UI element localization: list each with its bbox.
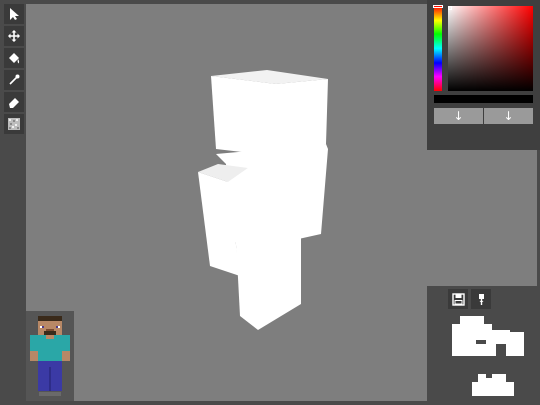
current-color-swatch	[434, 95, 533, 103]
part-head-top	[460, 316, 484, 324]
parts-view[interactable]	[446, 310, 540, 405]
eyedropper-icon	[9, 74, 20, 85]
body-parts-diagram[interactable]	[446, 310, 540, 405]
part-gap	[496, 344, 506, 356]
eraser-tool-button[interactable]	[4, 92, 24, 112]
paint-bucket-icon	[9, 53, 20, 64]
3d-viewport[interactable]	[26, 4, 427, 401]
parts-tabs	[448, 289, 491, 309]
hue-slider-handle[interactable]	[433, 5, 443, 8]
skin-editor-app: ↓ ↓	[0, 0, 540, 405]
color-swap-row: ↓ ↓	[434, 108, 533, 124]
save-button[interactable]	[448, 289, 468, 309]
eraser-icon	[9, 98, 19, 108]
down-arrow-icon: ↓	[453, 109, 464, 123]
move-arrows-icon	[8, 30, 20, 42]
part-head	[452, 324, 492, 332]
part-leg	[472, 382, 514, 396]
cursor-arrow-icon	[10, 8, 19, 20]
parts-panel	[446, 286, 540, 405]
brush-upload-icon	[478, 293, 484, 305]
apply-primary-color-button[interactable]: ↓	[434, 108, 483, 124]
select-tool-button[interactable]	[4, 4, 24, 24]
part-leg-notch	[486, 374, 492, 378]
model-leg	[236, 232, 301, 330]
skin-preview-panel[interactable]	[26, 311, 74, 401]
apply-secondary-color-button[interactable]: ↓	[484, 108, 533, 124]
hue-slider[interactable]	[434, 6, 442, 91]
model-head-left	[211, 76, 276, 156]
picker-tool-button[interactable]	[4, 70, 24, 90]
move-tool-button[interactable]	[4, 26, 24, 46]
model-head-right	[276, 79, 328, 156]
fill-tool-button[interactable]	[4, 48, 24, 68]
save-disk-icon	[451, 292, 465, 306]
noise-tool-button[interactable]	[4, 114, 24, 134]
tool-palette	[4, 4, 26, 134]
down-arrow-icon: ↓	[503, 109, 514, 123]
viewport-extension	[427, 150, 537, 286]
part-shoulder	[506, 338, 524, 344]
3d-model[interactable]	[26, 4, 427, 401]
saturation-value-picker[interactable]	[448, 6, 533, 91]
export-button[interactable]	[471, 289, 491, 309]
saturation-value-handle[interactable]	[448, 6, 452, 10]
noise-texture-icon	[8, 118, 20, 130]
part-notch	[476, 340, 486, 344]
skin-preview	[30, 316, 70, 397]
color-picker-panel: ↓ ↓	[427, 0, 540, 150]
